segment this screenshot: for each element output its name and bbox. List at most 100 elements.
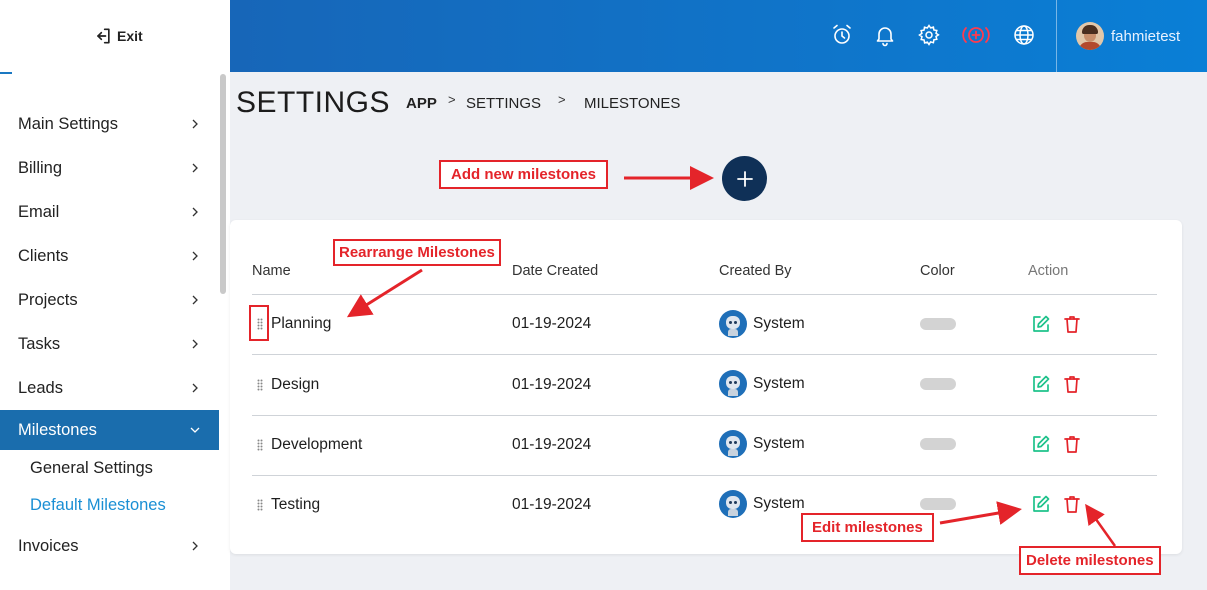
sidebar-item-projects[interactable]: Projects — [0, 278, 219, 322]
exit-icon — [97, 28, 110, 44]
sidebar-scrollbar[interactable] — [220, 74, 226, 294]
username: fahmietest — [1111, 27, 1181, 45]
chevron-right-icon — [192, 251, 198, 261]
breadcrumb-app[interactable]: APP — [406, 95, 437, 112]
add-milestone-button[interactable] — [722, 156, 767, 201]
chevron-right-icon — [192, 383, 198, 393]
delete-icon[interactable] — [1062, 374, 1082, 394]
milestone-creator: System — [719, 430, 805, 458]
sidebar-item-tasks[interactable]: Tasks — [0, 322, 219, 366]
annotation-edit-milestones: Edit milestones — [801, 513, 934, 542]
drag-handle-icon[interactable] — [257, 499, 263, 511]
add-circle-icon[interactable] — [961, 23, 991, 47]
milestone-creator: System — [719, 370, 805, 398]
column-header-color: Color — [920, 263, 955, 279]
edit-icon[interactable] — [1031, 314, 1051, 334]
sidebar-item-invoices[interactable]: Invoices — [0, 524, 219, 568]
milestone-color-swatch — [920, 498, 956, 510]
creator-name: System — [753, 435, 805, 452]
sidebar-item-email[interactable]: Email — [0, 190, 219, 234]
breadcrumb-settings[interactable]: SETTINGS — [466, 95, 541, 112]
exit-button[interactable]: Exit — [93, 26, 143, 46]
robot-avatar — [719, 490, 747, 518]
edit-icon[interactable] — [1031, 434, 1051, 454]
sidebar-item-label: Projects — [18, 290, 78, 309]
creator-name: System — [753, 495, 805, 512]
sidebar-item-main-settings[interactable]: Main Settings — [0, 102, 219, 146]
exit-label: Exit — [117, 28, 143, 44]
bell-icon[interactable] — [873, 23, 897, 47]
robot-avatar — [719, 430, 747, 458]
sidebar-accent — [0, 72, 12, 74]
milestone-creator: System — [719, 310, 805, 338]
globe-icon[interactable] — [1012, 23, 1036, 47]
chevron-right-icon — [192, 339, 198, 349]
column-header-created-by: Created By — [719, 263, 792, 279]
milestone-date: 01-19-2024 — [512, 436, 592, 453]
sidebar-item-clients[interactable]: Clients — [0, 234, 219, 278]
breadcrumb-separator: > — [558, 92, 566, 107]
chevron-right-icon — [192, 295, 198, 305]
annotation-delete-milestones: Delete milestones — [1019, 546, 1161, 575]
column-header-action: Action — [1028, 263, 1069, 279]
annotation-rearrange-milestones: Rearrange Milestones — [333, 239, 501, 266]
edit-icon[interactable] — [1031, 374, 1051, 394]
milestone-color-swatch — [920, 438, 956, 450]
milestone-date: 01-19-2024 — [512, 376, 592, 393]
milestone-date: 01-19-2024 — [512, 496, 592, 513]
sidebar-item-billing[interactable]: Billing — [0, 146, 219, 190]
chevron-right-icon — [192, 119, 198, 129]
sidebar-item-label: Email — [18, 202, 60, 221]
milestone-color-swatch — [920, 378, 956, 390]
robot-avatar — [719, 310, 747, 338]
column-header-name: Name — [252, 263, 291, 279]
user-menu[interactable]: fahmietest — [1076, 22, 1180, 50]
sidebar-menu: Main Settings Billing Email Clients Proj… — [0, 102, 219, 568]
top-header: fahmietest — [230, 0, 1207, 72]
sidebar-subitem-label: Default Milestones — [30, 496, 166, 514]
table-divider — [252, 294, 1157, 295]
table-divider — [252, 475, 1157, 476]
sidebar-item-label: Leads — [18, 378, 63, 397]
table-divider — [252, 354, 1157, 355]
sidebar-item-label: Main Settings — [18, 114, 118, 133]
sidebar-item-label: Milestones — [18, 420, 97, 439]
delete-icon[interactable] — [1062, 434, 1082, 454]
delete-icon[interactable] — [1062, 314, 1082, 334]
breadcrumb-separator: > — [448, 92, 456, 107]
annotation-add-milestones: Add new milestones — [439, 160, 609, 189]
header-divider — [1056, 0, 1057, 72]
drag-handle-highlight — [249, 305, 269, 341]
sidebar-item-label: Invoices — [18, 536, 79, 555]
robot-avatar — [719, 370, 747, 398]
chevron-right-icon — [192, 207, 198, 217]
table-divider — [252, 415, 1157, 416]
sidebar-item-leads[interactable]: Leads — [0, 366, 219, 410]
column-header-date-created: Date Created — [512, 263, 599, 279]
sidebar-item-milestones[interactable]: Milestones — [0, 410, 219, 450]
sidebar: Exit Main Settings Billing Email Clients… — [0, 0, 230, 590]
creator-name: System — [753, 375, 805, 392]
milestone-creator: System — [719, 490, 805, 518]
drag-handle-icon[interactable] — [257, 379, 263, 391]
alarm-clock-icon[interactable] — [830, 23, 854, 47]
chevron-right-icon — [192, 541, 198, 551]
plus-icon — [736, 170, 753, 187]
sidebar-item-label: Clients — [18, 246, 69, 265]
gear-icon[interactable] — [917, 23, 941, 47]
edit-icon[interactable] — [1031, 494, 1051, 514]
drag-handle-icon[interactable] — [257, 439, 263, 451]
milestone-name: Planning — [271, 315, 332, 332]
sidebar-item-label: Billing — [18, 158, 63, 177]
sidebar-subitem-general-settings[interactable]: General Settings — [0, 450, 219, 487]
sidebar-subitem-label: General Settings — [30, 459, 153, 477]
sidebar-subitem-default-milestones[interactable]: Default Milestones — [0, 487, 219, 524]
milestone-color-swatch — [920, 318, 956, 330]
sidebar-item-label: Tasks — [18, 334, 61, 353]
avatar — [1076, 22, 1104, 50]
milestone-date: 01-19-2024 — [512, 315, 592, 332]
delete-icon[interactable] — [1062, 494, 1082, 514]
chevron-right-icon — [192, 163, 198, 173]
breadcrumb-milestones: MILESTONES — [584, 95, 681, 112]
chevron-down-icon — [190, 427, 200, 433]
